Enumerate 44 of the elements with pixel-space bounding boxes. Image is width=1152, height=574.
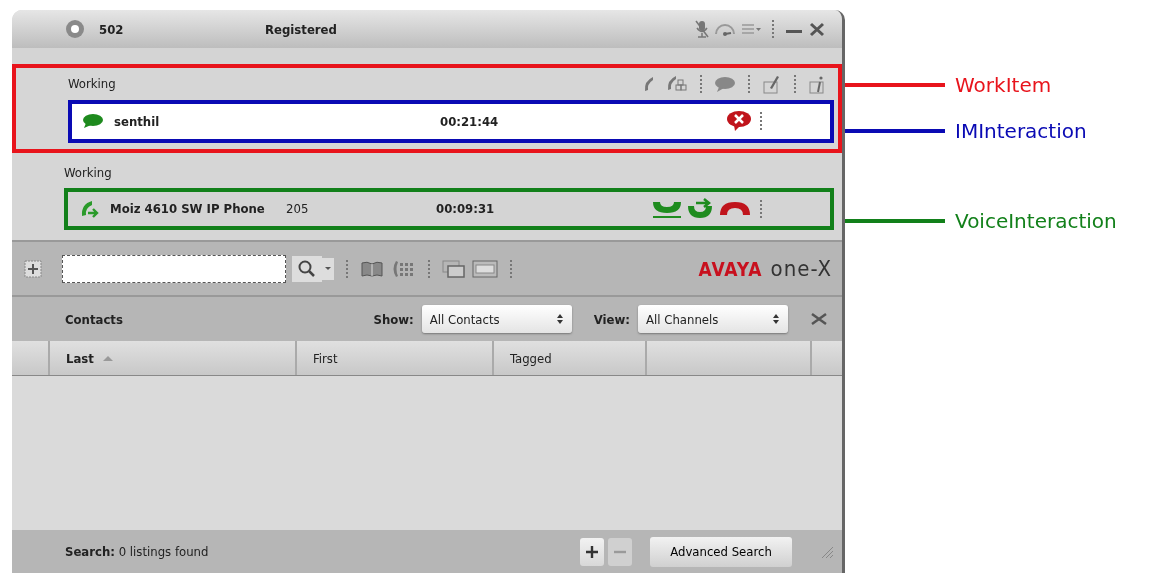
registration-status: Registered xyxy=(265,21,337,37)
filter-label: Show: xyxy=(373,311,414,327)
elapsed-time: 00:09:31 xyxy=(436,201,495,217)
contact-name: Moiz 4610 SW IP Phone xyxy=(110,201,266,217)
search-field[interactable] xyxy=(62,254,286,283)
interaction-row[interactable]: Moiz 4610 SW IP Phone 205 00:09:31 xyxy=(64,187,834,230)
contact-name: senthil xyxy=(114,113,161,129)
up-down-arrows-icon xyxy=(772,313,780,325)
expand-icon[interactable] xyxy=(24,259,42,278)
phone-number: 205 xyxy=(286,201,310,217)
brand-logo: AVAYA xyxy=(698,258,763,280)
search-status: Search: 0 listings found xyxy=(65,544,209,559)
dropdown-caret-icon[interactable] xyxy=(322,257,334,280)
product-logo: one-X xyxy=(770,256,832,281)
end-chat-icon[interactable] xyxy=(726,110,752,133)
callout-label: VoiceInteraction xyxy=(955,209,1117,233)
search-button[interactable] xyxy=(292,255,322,282)
sort-ascending-icon xyxy=(101,354,114,362)
work-state: Working xyxy=(64,164,112,180)
extension-number: 502 xyxy=(99,21,125,37)
filter-label: View: xyxy=(593,311,630,327)
chat-bubble-icon xyxy=(82,113,104,130)
dropdown[interactable]: All Channels xyxy=(638,305,788,333)
status-icon[interactable] xyxy=(65,19,85,39)
dropdown[interactable]: All Contacts xyxy=(421,305,572,333)
callout-label: IMInteraction xyxy=(955,119,1087,143)
plus-icon xyxy=(585,544,599,559)
chat-bubble-icon[interactable] xyxy=(714,74,736,93)
advanced-search-button[interactable]: Advanced Search xyxy=(650,536,792,567)
callout-label: WorkItem xyxy=(955,73,1052,97)
book-icon[interactable] xyxy=(360,259,384,278)
windows-icon[interactable] xyxy=(442,259,466,278)
pencil-note-icon[interactable] xyxy=(762,73,782,94)
screen-icon[interactable] xyxy=(472,259,498,278)
close-icon[interactable] xyxy=(810,312,828,326)
up-down-arrows-icon xyxy=(555,313,564,325)
work-state: Working xyxy=(68,76,116,92)
elapsed-time: 00:21:44 xyxy=(440,113,499,129)
resize-grip-icon[interactable] xyxy=(820,544,834,559)
muted-microphone-icon[interactable] xyxy=(694,19,710,39)
interaction-row[interactable]: senthil 00:21:44 xyxy=(68,99,834,143)
add-button[interactable] xyxy=(580,537,604,566)
search-icon xyxy=(298,259,316,278)
panel-title: Contacts xyxy=(65,311,123,327)
